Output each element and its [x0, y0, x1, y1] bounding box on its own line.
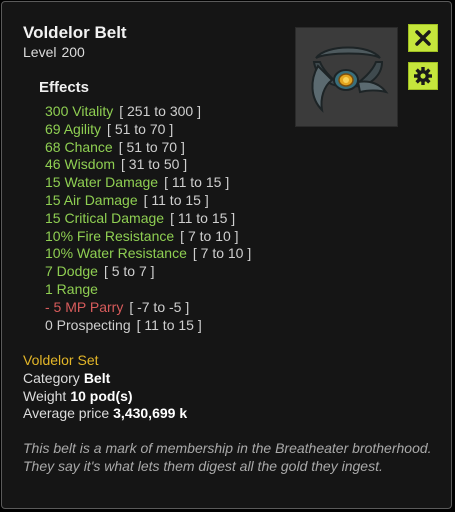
- effect-text: 7 Dodge: [45, 263, 98, 280]
- effect-text: 300 Vitality: [45, 103, 114, 119]
- effect-row: - 5 MP Parry [ -7 to -5 ]: [45, 299, 251, 317]
- effect-text: 15 Water Damage: [45, 174, 159, 191]
- effect-text: 69 Agility: [45, 120, 102, 137]
- price-row: Average price 3,430,699 k: [23, 405, 187, 421]
- effect-range: [ 11 to 15 ]: [170, 209, 236, 226]
- effect-range: [ 7 to 10 ]: [192, 245, 252, 262]
- effect-row: 15 Water Damage [ 11 to 15 ]: [45, 174, 251, 192]
- effect-text: - 5 MP Parry: [45, 298, 124, 315]
- item-set-link[interactable]: Voldelor Set: [23, 352, 99, 368]
- effects-list: 300 Vitality [ 251 to 300 ] 69 Agility [ 51…: [45, 103, 251, 334]
- category-value: Belt: [83, 370, 111, 386]
- effect-text: 10% Water Resistance: [45, 245, 187, 262]
- settings-button[interactable]: [408, 62, 438, 90]
- price-value: 3,430,699 k: [113, 405, 188, 421]
- effect-row: 69 Agility [ 51 to 70 ]: [45, 121, 251, 139]
- effect-range: [ 51 to 70 ]: [118, 138, 185, 155]
- belt-icon: [311, 46, 389, 113]
- gear-icon: [414, 67, 432, 85]
- effect-text: 15 Critical Damage: [45, 209, 165, 226]
- close-icon: [415, 30, 431, 46]
- effect-range: [ 11 to 15 ]: [164, 174, 230, 191]
- effect-range: [ -7 to -5 ]: [129, 298, 190, 315]
- effect-text: 10% Fire Resistance: [45, 227, 175, 244]
- item-level: Level 200: [23, 44, 85, 60]
- effect-row: 7 Dodge [ 5 to 7 ]: [45, 263, 251, 281]
- effect-range: [ 7 to 10 ]: [180, 227, 239, 244]
- level-value: 200: [61, 44, 85, 60]
- item-name: Voldelor Belt: [23, 23, 127, 42]
- effects-heading: Effects: [39, 79, 90, 96]
- close-button[interactable]: [408, 24, 438, 52]
- effect-text: 68 Chance: [45, 138, 113, 155]
- effect-row: 15 Air Damage [ 11 to 15 ]: [45, 192, 251, 210]
- effect-row: 10% Water Resistance [ 7 to 10 ]: [45, 245, 251, 263]
- weight-label: Weight: [23, 388, 67, 404]
- effect-row: 300 Vitality [ 251 to 300 ]: [45, 103, 251, 121]
- effect-range: [ 251 to 300 ]: [119, 103, 201, 119]
- effect-range: [ 11 to 15 ]: [136, 316, 202, 333]
- effect-range: [ 5 to 7 ]: [103, 263, 155, 280]
- effect-text: 46 Wisdom: [45, 156, 116, 173]
- price-label: Average price: [23, 405, 110, 421]
- weight-value: 10 pod(s): [70, 388, 133, 404]
- item-tooltip-panel: Voldelor Belt Level 200 Effects 300 Vital…: [1, 1, 452, 509]
- effect-range: [ 51 to 70 ]: [107, 120, 174, 137]
- effect-row: 46 Wisdom [ 31 to 50 ]: [45, 156, 251, 174]
- effect-row: 10% Fire Resistance [ 7 to 10 ]: [45, 228, 251, 246]
- effect-row: 68 Chance [ 51 to 70 ]: [45, 139, 251, 157]
- item-description: This belt is a mark of membership in the…: [23, 440, 432, 474]
- effect-text: 15 Air Damage: [45, 191, 138, 208]
- effect-row: 1 Range: [45, 281, 251, 299]
- effect-row: 0 Prospecting [ 11 to 15 ]: [45, 317, 251, 335]
- level-label: Level: [23, 44, 57, 60]
- effect-text: 1 Range: [45, 280, 98, 297]
- effect-range: [ 11 to 15 ]: [143, 191, 209, 208]
- effect-range: [ 31 to 50 ]: [121, 156, 188, 173]
- category-label: Category: [23, 370, 80, 386]
- item-image-frame: [295, 27, 398, 127]
- effect-text: 0 Prospecting: [45, 316, 131, 333]
- category-row: Category Belt: [23, 370, 110, 386]
- weight-row: Weight 10 pod(s): [23, 388, 133, 404]
- effect-row: 15 Critical Damage [ 11 to 15 ]: [45, 210, 251, 228]
